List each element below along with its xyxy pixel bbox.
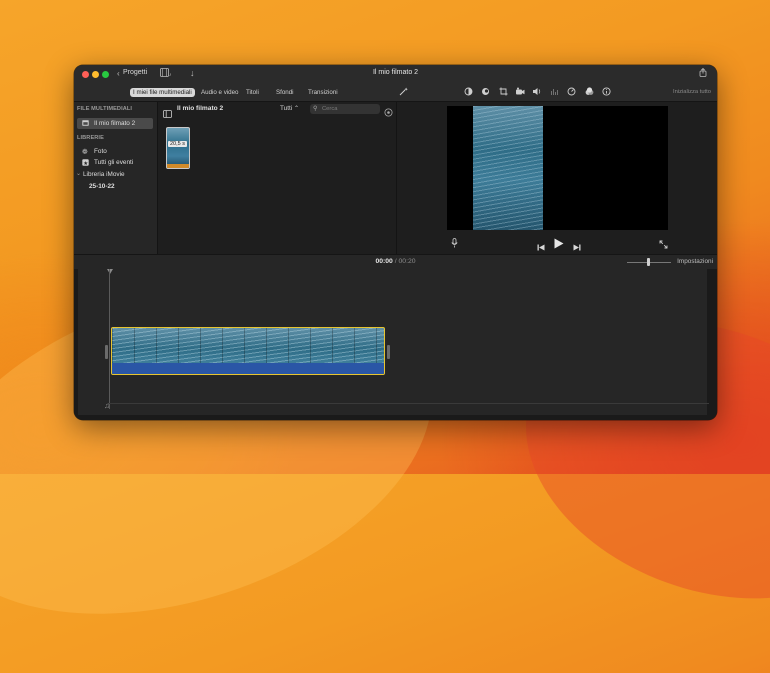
- star-icon: ★: [82, 159, 89, 168]
- color-correction-icon[interactable]: [481, 87, 491, 98]
- photos-icon: ❁: [82, 149, 88, 156]
- search-field[interactable]: ⚲ Cerca: [310, 104, 380, 114]
- sidebar-item-project-label[interactable]: Il mio filmato 2: [94, 120, 135, 127]
- section-libraries-heading: LIBRERIE: [77, 135, 104, 141]
- window-title: Il mio filmato 2: [372, 69, 419, 76]
- search-placeholder: Cerca: [322, 106, 338, 112]
- sidebar-toggle-icon[interactable]: [163, 105, 172, 123]
- gear-icon[interactable]: [384, 104, 393, 122]
- clip-used-indicator: [167, 164, 189, 168]
- video-frame: [473, 106, 543, 230]
- browser-header: Il mio filmato 2 Tutti ⌃ ⚲ Cerca: [158, 102, 396, 118]
- speed-icon[interactable]: [567, 87, 576, 98]
- share-icon[interactable]: [699, 67, 707, 79]
- music-track-line: [109, 403, 709, 404]
- tab-bar: I miei file multimediali Audio e video T…: [74, 85, 717, 102]
- sidebar-item-event[interactable]: 25-10-22: [89, 183, 115, 190]
- search-icon: ⚲: [313, 106, 318, 112]
- reset-all-button[interactable]: Inizializza tutto: [673, 89, 711, 95]
- playhead[interactable]: [109, 269, 110, 409]
- equalizer-icon[interactable]: [550, 87, 559, 98]
- clip-audio-waveform[interactable]: [112, 363, 384, 374]
- clip-thumbnail[interactable]: 20,5 s: [166, 127, 190, 169]
- sidebar-item-all-events[interactable]: Tutti gli eventi: [94, 159, 133, 166]
- media-browser: Il mio filmato 2 Tutti ⌃ ⚲ Cerca 20,5 s: [157, 102, 396, 254]
- timeline: ♫: [74, 269, 717, 420]
- tab-transitions[interactable]: Transizioni: [305, 88, 341, 97]
- sidebar-item-photos[interactable]: Foto: [94, 148, 107, 155]
- title-bar: ‹ Progetti ♪ ↓ Il mio filmato 2: [74, 65, 717, 85]
- current-time: 00:00: [375, 258, 393, 265]
- tab-backgrounds[interactable]: Sfondi: [273, 88, 297, 97]
- info-icon[interactable]: [602, 87, 611, 98]
- tab-audio-video[interactable]: Audio e video: [198, 88, 242, 97]
- volume-icon[interactable]: [532, 87, 542, 98]
- playhead-marker[interactable]: [107, 269, 113, 274]
- total-time: 00:20: [398, 258, 416, 265]
- timecode-separator: /: [394, 258, 397, 265]
- sidebar-item-library[interactable]: Libreria iMovie: [83, 171, 125, 178]
- stabilization-icon[interactable]: [515, 87, 525, 98]
- settings-button[interactable]: Impostazioni: [677, 258, 713, 265]
- crop-icon[interactable]: [499, 87, 508, 98]
- clip-filter-icon[interactable]: [585, 87, 594, 98]
- disclosure-chevron-icon[interactable]: ⌄: [76, 170, 81, 177]
- magic-wand-icon[interactable]: ✦: [399, 87, 408, 98]
- microphone-icon[interactable]: [451, 235, 458, 253]
- fullscreen-icon[interactable]: [659, 236, 668, 254]
- zoom-slider-knob[interactable]: [647, 258, 650, 266]
- svg-text:★: ★: [83, 161, 88, 166]
- timecode: 00:00 / 00:20: [74, 258, 717, 265]
- color-balance-icon[interactable]: [464, 87, 473, 98]
- music-note-icon: ♫: [104, 401, 110, 410]
- tab-my-media[interactable]: I miei file multimediali: [130, 88, 195, 97]
- section-media-heading: FILE MULTIMEDIALI: [77, 106, 133, 112]
- play-icon[interactable]: [554, 236, 564, 254]
- filter-select[interactable]: Tutti ⌃: [280, 105, 299, 112]
- libraries-sidebar: FILE MULTIMEDIALI Il mio filmato 2 LIBRE…: [74, 102, 157, 254]
- browser-title: Il mio filmato 2: [177, 105, 224, 112]
- filter-select-value: Tutti: [280, 105, 293, 112]
- clip-trim-handle-left[interactable]: [105, 345, 108, 359]
- tab-titles[interactable]: Titoli: [243, 88, 262, 97]
- viewer-pane: [396, 102, 717, 254]
- svg-text:✦: ✦: [404, 87, 408, 93]
- imovie-window: ‹ Progetti ♪ ↓ Il mio filmato 2 I miei f…: [74, 65, 717, 420]
- film-icon: [82, 120, 89, 128]
- timeline-track-area[interactable]: ♫: [78, 269, 709, 415]
- timeline-header: 00:00 / 00:20 Impostazioni: [74, 254, 717, 270]
- clip-trim-handle-right[interactable]: [387, 345, 390, 359]
- chevron-updown-icon: ⌃: [293, 106, 300, 112]
- clip-duration-badge: 20,5 s: [168, 141, 187, 147]
- timeline-video-clip[interactable]: [111, 327, 385, 375]
